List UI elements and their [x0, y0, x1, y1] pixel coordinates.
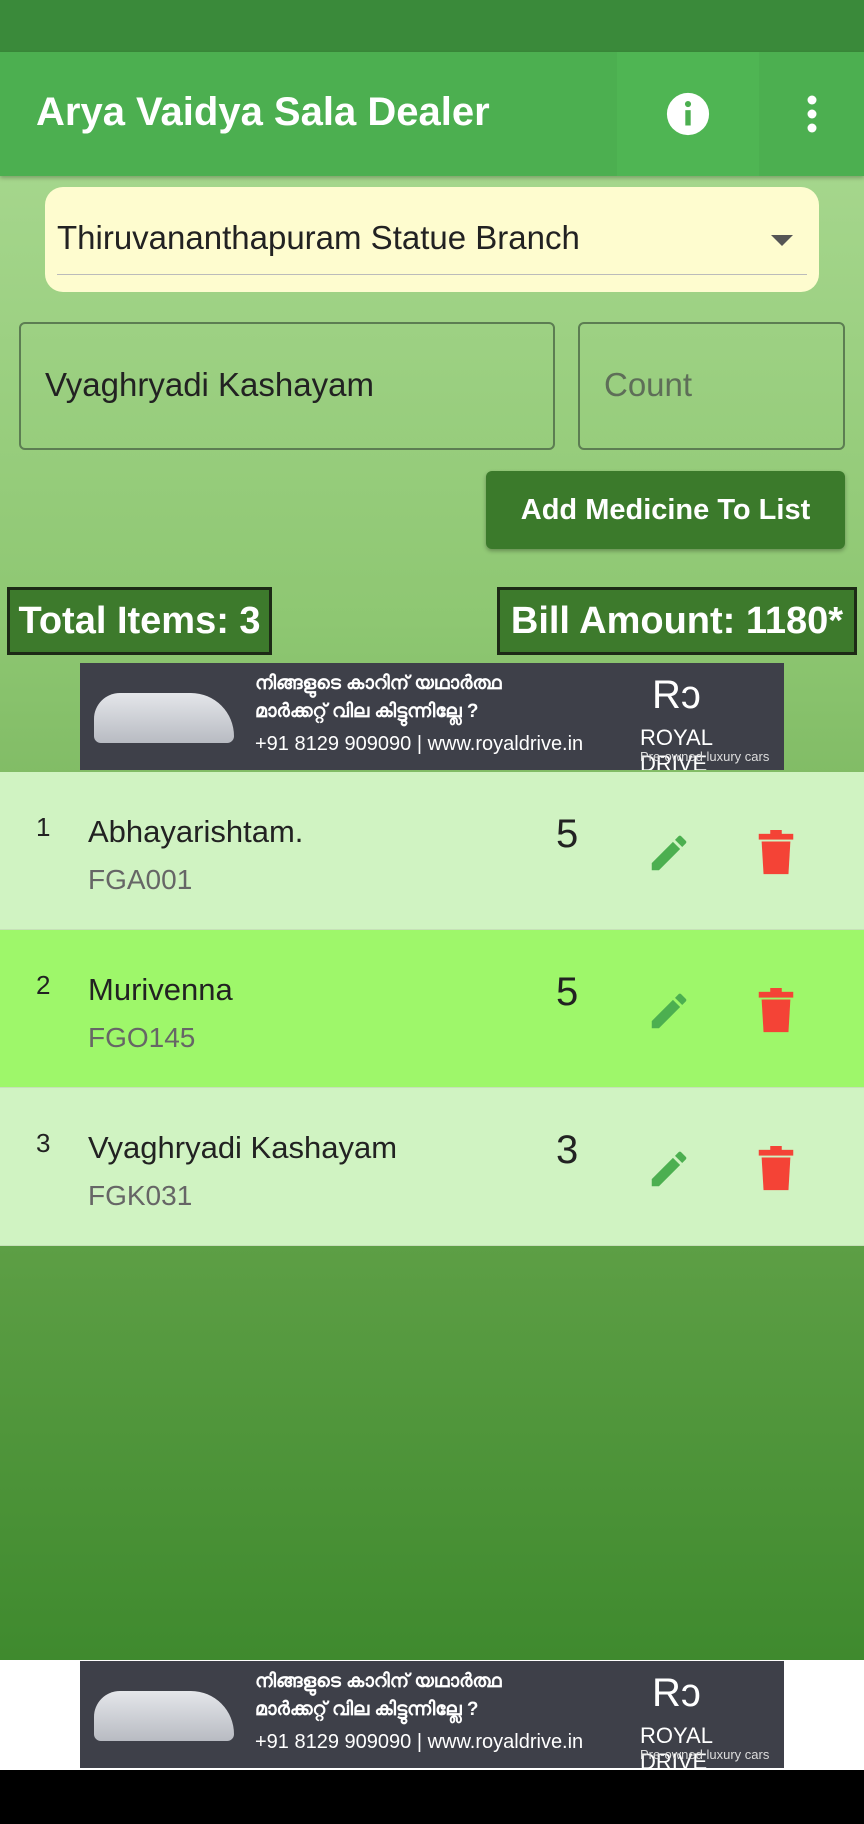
list-item: 3 Vyaghryadi Kashayam FGK031 3 [0, 1088, 864, 1246]
item-name: Vyaghryadi Kashayam [88, 1130, 398, 1165]
item-code: FGA001 [88, 864, 193, 895]
branch-selected: Thiruvananthapuram Statue Branch [57, 219, 580, 256]
item-code: FGK031 [88, 1180, 193, 1211]
delete-button[interactable] [758, 830, 794, 881]
delete-button[interactable] [758, 1146, 794, 1197]
edit-button[interactable] [646, 988, 692, 1039]
ad-line2: മാർക്കറ്റ് വില കിട്ടുന്നില്ലേ ? [255, 701, 479, 722]
item-count: 5 [556, 970, 579, 1014]
info-icon [666, 92, 710, 136]
dropdown-underline [57, 274, 807, 275]
edit-icon [651, 993, 687, 1029]
bottom-ad-area: നിങ്ങളുടെ കാറിന് യഥാർത്ഥ മാർക്കറ്റ് വില … [0, 1660, 864, 1770]
ad-banner[interactable]: നിങ്ങളുടെ കാറിന് യഥാർത്ഥ മാർക്കറ്റ് വില … [80, 663, 784, 770]
edit-icon [651, 1151, 687, 1187]
ad-line2: മാർക്കറ്റ് വില കിട്ടുന്നില്ലേ ? [255, 1699, 479, 1720]
item-index: 2 [36, 970, 51, 1000]
bill-amount: Bill Amount: 1180* [497, 587, 857, 655]
list-item: 1 Abhayarishtam. FGA001 5 [0, 772, 864, 930]
total-items: Total Items: 3 [7, 587, 272, 655]
delete-icon [758, 830, 794, 875]
edit-icon [651, 835, 687, 871]
ad-line1: നിങ്ങളുടെ കാറിന് യഥാർത്ഥ [255, 1671, 502, 1692]
dropdown-arrow-icon [771, 235, 793, 246]
item-index: 1 [36, 812, 51, 842]
edit-button[interactable] [646, 1146, 692, 1197]
info-button[interactable] [617, 52, 759, 176]
ad-banner-bottom[interactable]: നിങ്ങളുടെ കാറിന് യഥാർത്ഥ മാർക്കറ്റ് വില … [80, 1661, 784, 1768]
more-vert-icon [807, 95, 817, 133]
car-image [94, 1691, 234, 1741]
ad-contact: +91 8129 909090 | www.royaldrive.in [255, 1731, 584, 1753]
ad-tagline: Pre-owned luxury cars [640, 749, 770, 764]
count-input[interactable]: Count [578, 322, 845, 450]
item-index: 3 [36, 1128, 51, 1158]
ad-line1: നിങ്ങളുടെ കാറിന് യഥാർത്ഥ [255, 673, 502, 694]
navigation-bar [0, 1770, 864, 1824]
list-item: 2 Murivenna FGO145 5 [0, 930, 864, 1088]
ad-logo: Rↄ [652, 1671, 701, 1715]
medicine-input[interactable]: Vyaghryadi Kashayam [19, 322, 555, 450]
delete-button[interactable] [758, 988, 794, 1039]
delete-icon [758, 988, 794, 1033]
branch-dropdown[interactable]: Thiruvananthapuram Statue Branch [45, 187, 819, 292]
ad-logo: Rↄ [652, 673, 701, 717]
delete-icon [758, 1146, 794, 1191]
item-code: FGO145 [88, 1022, 196, 1053]
item-count: 3 [556, 1128, 579, 1172]
item-count: 5 [556, 812, 579, 856]
app-bar: Arya Vaidya Sala Dealer [0, 52, 864, 176]
item-name: Murivenna [88, 972, 233, 1007]
ad-tagline: Pre-owned luxury cars [640, 1747, 770, 1762]
edit-button[interactable] [646, 830, 692, 881]
item-name: Abhayarishtam. [88, 814, 304, 849]
ad-contact: +91 8129 909090 | www.royaldrive.in [255, 733, 584, 755]
car-image [94, 693, 234, 743]
more-options-button[interactable] [760, 52, 864, 176]
app-title: Arya Vaidya Sala Dealer [36, 90, 490, 134]
status-bar [0, 0, 864, 52]
add-medicine-button[interactable]: Add Medicine To List [486, 471, 845, 549]
